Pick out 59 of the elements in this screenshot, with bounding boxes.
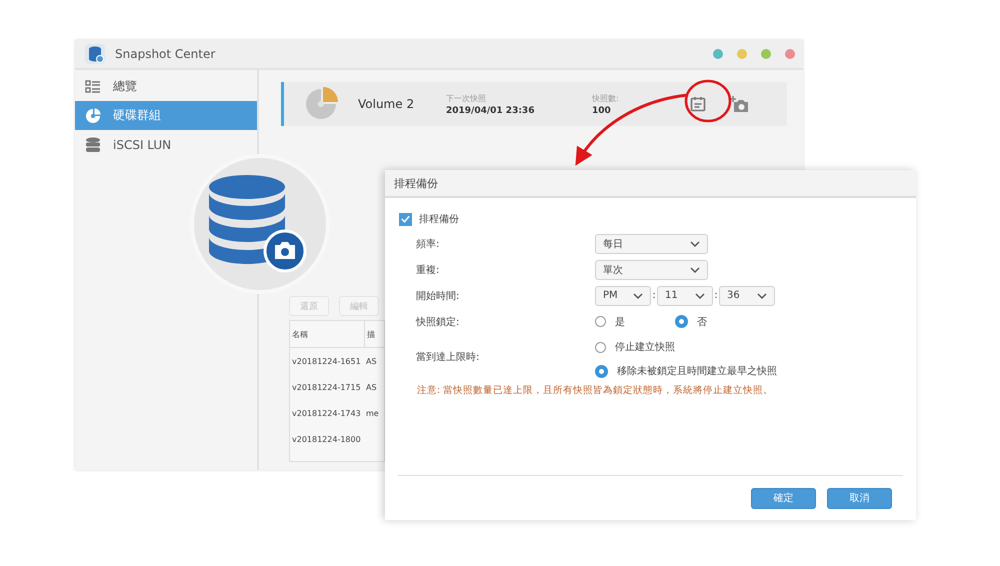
table-cell-text: v20181224-1715 [291,382,362,392]
table-cell-text: AS [365,382,377,392]
field-label: 快照數: [592,92,620,104]
database-icon [85,136,101,152]
column-header[interactable]: 名稱 [290,321,365,347]
time-separator: : [713,290,719,301]
dropdown[interactable]: 36 [719,286,775,306]
chevron-icon [757,292,767,298]
checkbox[interactable] [399,212,412,226]
chevron-icon [695,292,705,298]
table-cell-text: me [365,408,379,418]
volume-card[interactable]: Volume 2 下一次快照 2019/04/01 23:36 快照數: 100 [281,82,787,126]
chevron-icon [690,266,700,272]
radio-button[interactable] [595,364,608,378]
highlight-circle [684,80,732,122]
field-value: 100 [592,106,612,116]
volume-name: Volume 2 [358,97,416,111]
window-control[interactable] [713,49,723,59]
window-title: Snapshot Center [115,47,216,61]
radio-button[interactable] [675,315,688,328]
radio-option[interactable]: 是 [595,314,625,328]
pie-chart-icon [85,108,101,124]
chevron-icon [633,292,643,298]
radio-option[interactable]: 停止建立快照 [595,340,777,354]
field-label: 下一次快照 [446,92,487,104]
chevron-icon [690,240,700,246]
table-cell-text: AS [365,356,377,366]
radio-button[interactable] [595,316,606,327]
radio-button[interactable] [595,342,606,352]
table-cell-text: v20181224-1651 [291,356,362,366]
window-control[interactable] [785,49,795,59]
sidebar-item[interactable]: 總覽 [75,72,257,101]
database-icon [85,44,105,64]
schedule-checkbox[interactable]: 排程備份 [399,212,916,226]
time-separator: : [651,290,657,301]
add-camera-icon[interactable] [730,96,750,112]
radio-option[interactable]: 移除未被鎖定且時間建立最早之快照 [595,364,777,378]
field-label: 快照鎖定: [416,316,460,328]
column-header[interactable]: 描 [365,328,375,340]
dropdown[interactable]: 每日 [595,234,708,254]
warning-note: 注意: 當快照數量已達上限，且所有快照皆為鎖定狀態時，系統將停止建立快照。 [417,384,774,397]
dropdown[interactable]: 單次 [595,260,708,280]
field-label: 重複: [416,264,440,276]
dropdown[interactable]: 11 [657,286,713,306]
pie-chart-icon [304,87,338,121]
dropdown[interactable]: PM [595,286,651,306]
radio-option[interactable]: 否 [675,314,707,328]
window-control[interactable] [761,49,771,59]
table-cell-text: v20181224-1800 [291,434,362,444]
window-control[interactable] [737,49,747,59]
calendar-icon[interactable] [690,96,706,112]
table-cell-text: v20181224-1743 [291,408,362,418]
sidebar-item[interactable]: iSCSI LUN [75,130,257,159]
field-label: 當到達上限時: [416,350,480,364]
field-label: 頻率: [416,238,440,250]
field-label: 開始時間: [416,290,460,302]
field-value: 2019/04/01 23:36 [446,106,536,116]
list-icon [85,80,101,94]
dialog-title: 排程備份 [394,176,438,190]
